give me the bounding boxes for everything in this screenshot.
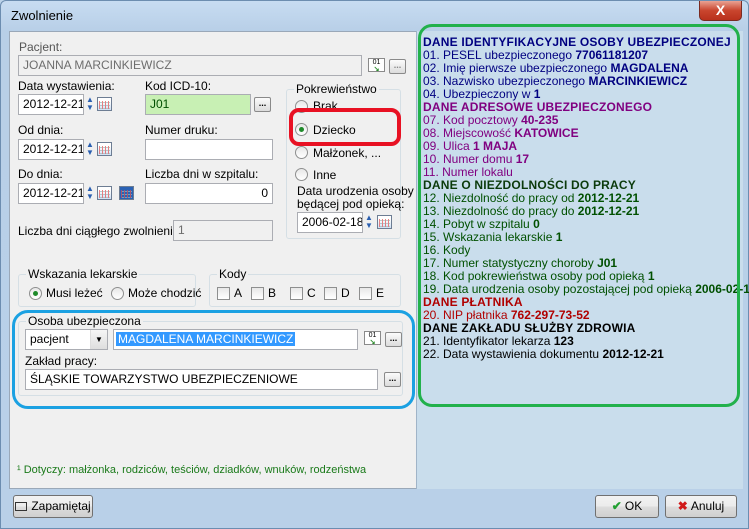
- print-number-field[interactable]: [145, 139, 273, 160]
- highlight-green-summary: [418, 24, 740, 407]
- dialog-window: Zwolnienie X Pacjent: JOANNA MARCINKIEWI…: [0, 0, 749, 529]
- hospital-days-field[interactable]: 0: [145, 183, 273, 204]
- to-date-spin-icon[interactable]: ▲ ▼: [85, 185, 95, 202]
- patient-browse-button[interactable]: ...: [389, 59, 406, 74]
- check-icon: ✔: [611, 499, 622, 513]
- patient-label: Pacjent:: [19, 40, 63, 54]
- to-date-field[interactable]: 2012-12-21: [18, 183, 84, 204]
- keyboard-icon: [15, 502, 28, 511]
- issue-date-field[interactable]: 2012-12-21: [18, 94, 84, 115]
- caregiver-birthdate-field[interactable]: 2006-02-18: [297, 212, 363, 233]
- relationship-spouse-label: Małżonek, ...: [313, 146, 382, 160]
- highlight-blue-insured: [12, 310, 415, 409]
- patient-field[interactable]: JOANNA MARCINKIEWICZ: [18, 55, 362, 76]
- relationship-group-label: Pokrewieństwo: [294, 82, 379, 96]
- issue-date-label: Data wystawienia:: [18, 79, 115, 93]
- icd-code-field[interactable]: J01: [145, 94, 251, 115]
- code-e-label: E: [376, 286, 385, 300]
- code-a-label: A: [234, 286, 243, 300]
- codes-group-label: Kody: [217, 267, 249, 281]
- to-date-label: Do dnia:: [18, 167, 63, 181]
- code-b-checkbox[interactable]: [251, 287, 264, 300]
- code-b-label: B: [268, 286, 277, 300]
- caregiver-birthdate-label-2: będącej pod opieką:: [297, 197, 405, 211]
- footnote: ¹ Dotyczy: małżonka, rodziców, teściów, …: [17, 464, 367, 476]
- must-lie-radio[interactable]: [29, 287, 42, 300]
- caregiver-birthdate-calendar-icon[interactable]: [377, 215, 392, 229]
- close-button[interactable]: X: [699, 1, 742, 21]
- to-date-calendar-icon[interactable]: [97, 186, 112, 200]
- can-walk-radio[interactable]: [111, 287, 124, 300]
- medical-indications-label: Wskazania lekarskie: [26, 267, 140, 281]
- from-date-calendar-icon[interactable]: [97, 142, 112, 156]
- caregiver-birthdate-label-1: Data urodzenia osoby: [297, 184, 414, 198]
- ok-button[interactable]: ✔ OK: [595, 495, 659, 518]
- hospital-days-label: Liczba dni w szpitalu:: [145, 167, 259, 181]
- remember-button[interactable]: Zapamiętaj: [13, 495, 93, 518]
- continuous-days-field: 1: [173, 220, 273, 241]
- from-date-label: Od dnia:: [18, 123, 64, 137]
- date-range-icon[interactable]: [119, 186, 134, 200]
- code-a-checkbox[interactable]: [217, 287, 230, 300]
- caregiver-birthdate-spin-icon[interactable]: ▲ ▼: [364, 214, 374, 231]
- highlight-red-child: [289, 108, 401, 146]
- must-lie-label: Musi leżeć: [46, 286, 103, 300]
- from-date-spin-icon[interactable]: ▲ ▼: [85, 141, 95, 158]
- issue-date-spin-icon[interactable]: ▲ ▼: [85, 96, 95, 113]
- issue-date-calendar-icon[interactable]: [97, 97, 112, 111]
- continuous-days-label: Liczba dni ciągłego zwolnienia:: [18, 224, 183, 238]
- code-c-label: C: [307, 286, 316, 300]
- pick-patient-icon[interactable]: 01 ↘: [368, 58, 385, 73]
- print-number-label: Numer druku:: [145, 123, 218, 137]
- window-title: Zwolnienie: [11, 8, 74, 23]
- icd-label: Kod ICD-10:: [145, 79, 212, 93]
- cancel-button[interactable]: ✖ Anuluj: [665, 495, 737, 518]
- close-icon: ✖: [677, 499, 688, 513]
- can-walk-label: Może chodzić: [128, 286, 202, 300]
- code-c-checkbox[interactable]: [290, 287, 303, 300]
- relationship-spouse-radio[interactable]: [295, 146, 308, 159]
- relationship-other-label: Inne: [313, 168, 337, 182]
- code-d-checkbox[interactable]: [324, 287, 337, 300]
- icd-browse-button[interactable]: ...: [254, 97, 271, 112]
- relationship-other-radio[interactable]: [295, 168, 308, 181]
- code-e-checkbox[interactable]: [359, 287, 372, 300]
- from-date-field[interactable]: 2012-12-21: [18, 139, 84, 160]
- code-d-label: D: [341, 286, 350, 300]
